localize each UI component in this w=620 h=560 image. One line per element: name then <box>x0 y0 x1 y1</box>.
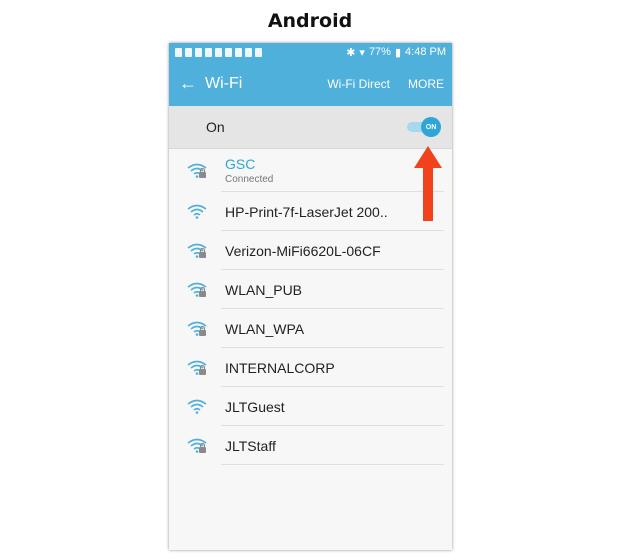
notification-icons <box>175 47 262 57</box>
network-name: INTERNALCORP <box>225 359 335 376</box>
notification-icon <box>235 47 242 57</box>
notification-icon <box>225 47 232 57</box>
network-item[interactable]: INTERNALCORP <box>169 348 452 387</box>
notification-icon <box>175 47 182 57</box>
wifi-toggle-row[interactable]: On ON <box>169 106 452 149</box>
network-text: Verizon-MiFi6620L-06CF <box>225 231 442 270</box>
bluetooth-icon: ✱ <box>346 46 356 59</box>
network-text: JLTStaff <box>225 426 442 465</box>
app-bar: ← Wi-Fi Wi-Fi Direct MORE <box>169 61 452 106</box>
signal-icon: ▾ <box>359 46 365 59</box>
divider <box>221 464 444 465</box>
network-text: WLAN_WPA <box>225 309 442 348</box>
network-item[interactable]: GSC Connected <box>169 149 452 192</box>
wifi-locked-icon <box>187 321 207 336</box>
battery-icon: ▮ <box>394 46 402 59</box>
wifi-icon <box>187 204 207 219</box>
network-name: JLTGuest <box>225 398 285 415</box>
network-name: JLTStaff <box>225 437 276 454</box>
network-text: GSC Connected <box>225 149 442 192</box>
network-list: GSC Connected HP-Print-7f-LaserJet 200.. Ve… <box>169 149 452 465</box>
annotation-arrow-icon <box>414 146 442 221</box>
phone-screen: ✱ ▾ 77% ▮ 4:48 PM ← Wi-Fi Wi-Fi Direct M… <box>169 43 452 550</box>
network-status: Connected <box>225 174 274 185</box>
wifi-direct-button[interactable]: Wi-Fi Direct <box>327 77 390 91</box>
network-item[interactable]: JLTStaff <box>169 426 452 465</box>
network-text: JLTGuest <box>225 387 442 426</box>
battery-percent: 77% <box>368 46 391 58</box>
network-name: GSC <box>225 156 256 172</box>
status-bar: ✱ ▾ 77% ▮ 4:48 PM <box>169 43 452 61</box>
network-item[interactable]: JLTGuest <box>169 387 452 426</box>
clock: 4:48 PM <box>405 46 446 58</box>
page-title: Wi-Fi <box>205 74 243 92</box>
network-name: Verizon-MiFi6620L-06CF <box>225 242 381 259</box>
network-item[interactable]: Verizon-MiFi6620L-06CF <box>169 231 452 270</box>
network-name: WLAN_PUB <box>225 281 303 298</box>
wifi-locked-icon <box>187 282 207 297</box>
more-button[interactable]: MORE <box>408 77 444 91</box>
wifi-locked-icon <box>187 438 207 453</box>
network-text: INTERNALCORP <box>225 348 442 387</box>
notification-icon <box>255 47 262 57</box>
network-item[interactable]: WLAN_WPA <box>169 309 452 348</box>
wifi-locked-icon <box>187 360 207 375</box>
notification-icon <box>185 47 192 57</box>
network-text: WLAN_PUB <box>225 270 442 309</box>
network-name: HP-Print-7f-LaserJet 200.. <box>225 203 388 220</box>
caption-title: Android <box>267 10 353 32</box>
notification-icon <box>195 47 202 57</box>
notification-icon <box>245 47 252 57</box>
back-arrow-icon[interactable]: ← <box>179 73 205 94</box>
wifi-locked-icon <box>187 243 207 258</box>
network-item[interactable]: HP-Print-7f-LaserJet 200.. <box>169 192 452 231</box>
network-text: HP-Print-7f-LaserJet 200.. <box>225 192 442 231</box>
wifi-locked-icon <box>187 163 207 178</box>
network-item[interactable]: WLAN_PUB <box>169 270 452 309</box>
wifi-icon <box>187 399 207 414</box>
network-name: WLAN_WPA <box>225 320 305 337</box>
toggle-label: On <box>206 119 225 135</box>
status-right: ✱ ▾ 77% ▮ 4:48 PM <box>346 46 446 59</box>
notification-icon <box>205 47 212 57</box>
toggle-knob: ON <box>421 117 441 137</box>
notification-icon <box>215 47 222 57</box>
wifi-toggle-switch[interactable]: ON <box>407 117 441 137</box>
